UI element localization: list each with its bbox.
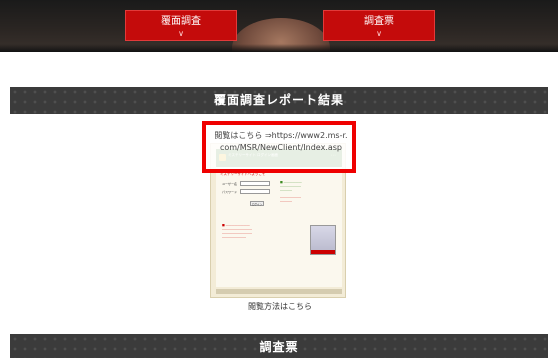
hero-banner: 覆面調査 ∨ 調査票 ∨ bbox=[0, 0, 558, 52]
thumbnail-password-field bbox=[240, 189, 270, 194]
url-prefix: 閲覧はこちら ⇒ bbox=[214, 131, 272, 140]
chevron-down-icon: ∨ bbox=[178, 29, 184, 38]
url-highlight-box[interactable]: 閲覧はこちら ⇒https://www2.ms-r.com/MSR/NewCli… bbox=[202, 121, 356, 173]
chevron-down-icon: ∨ bbox=[376, 29, 382, 38]
nav-button-mystery-survey[interactable]: 覆面調査 ∨ bbox=[125, 10, 237, 41]
thumbnail-footer bbox=[216, 289, 342, 294]
view-method-link[interactable]: 閲覧方法はこちら bbox=[230, 301, 330, 312]
thumbnail-notice: ■ ―――――― ――――――― ―――― bbox=[280, 180, 302, 192]
thumbnail-username-label: ユーザー名 bbox=[222, 182, 237, 186]
nav-label: 調査票 bbox=[364, 16, 394, 27]
thumbnail-username-field bbox=[240, 181, 270, 186]
thumbnail-password-label: パスワード bbox=[222, 190, 238, 194]
section-title-report: 覆面調査レポート結果 bbox=[10, 87, 548, 114]
nav-button-survey-form[interactable]: 調査票 ∨ bbox=[323, 10, 435, 41]
section-title-survey: 調査票 bbox=[10, 334, 548, 358]
thumbnail-banner-image bbox=[310, 225, 336, 255]
thumbnail-news: ■ ―――――――― ―――――――――― ―――――――――― ―――――――― bbox=[222, 223, 252, 239]
nav-label: 覆面調査 bbox=[161, 16, 201, 27]
